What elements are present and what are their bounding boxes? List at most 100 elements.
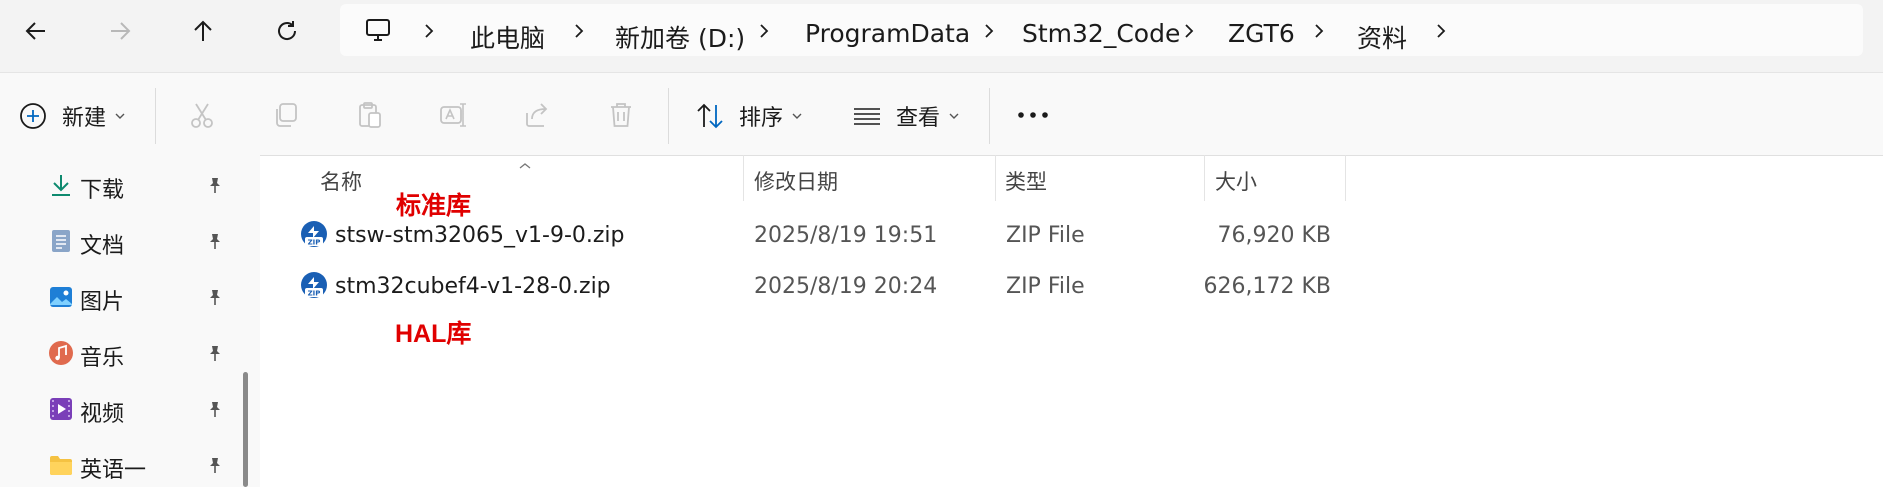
sidebar-item-label: 英语一 (80, 458, 147, 483)
toolbar-divider (155, 88, 156, 144)
music-icon (49, 341, 73, 365)
file-modified: 2025/8/19 19:51 (754, 223, 938, 248)
column-divider[interactable] (1345, 155, 1346, 201)
chevron-down-icon (949, 113, 959, 119)
refresh-button[interactable] (259, 8, 315, 54)
chevron-down-icon (115, 113, 125, 119)
column-header-modified[interactable]: 修改日期 (754, 166, 838, 196)
back-button[interactable] (8, 8, 64, 54)
sidebar-item-label: 文档 (80, 234, 125, 259)
sidebar-scrollbar[interactable] (243, 372, 248, 487)
breadcrumb-item[interactable]: ProgramData (805, 19, 970, 48)
computer-icon (364, 16, 392, 48)
sidebar-item-music[interactable]: 音乐 (0, 328, 240, 378)
download-icon (52, 175, 70, 196)
svg-text:ZIP: ZIP (308, 290, 321, 298)
sidebar-item-label: 图片 (80, 290, 125, 315)
chevron-right-icon[interactable] (420, 22, 438, 40)
breadcrumb-item[interactable]: 此电脑 (470, 19, 545, 55)
file-size: 76,920 KB (1217, 223, 1332, 248)
sort-button[interactable]: 排序 (695, 100, 803, 132)
file-type: ZIP File (1006, 223, 1085, 248)
chevron-down-icon (792, 113, 802, 119)
column-divider[interactable] (995, 155, 996, 201)
annotation-hal-library: HAL库 (395, 320, 472, 348)
sort-label: 排序 (739, 106, 784, 131)
chevron-right-icon[interactable] (980, 22, 998, 40)
pin-icon (210, 234, 220, 249)
sort-up-caret-icon (518, 155, 532, 174)
sidebar-item-folder[interactable]: 英语一 (0, 440, 240, 490)
file-name: stsw-stm32065_v1-9-0.zip (335, 223, 625, 248)
copy-icon (276, 103, 297, 127)
zip-archive-icon: ZIP (301, 221, 327, 247)
chevron-right-icon[interactable] (755, 22, 773, 40)
trash-icon (611, 103, 631, 127)
pin-icon (210, 458, 220, 473)
breadcrumb-item-current[interactable]: 资料 (1357, 19, 1407, 55)
view-label: 查看 (896, 106, 941, 131)
file-type: ZIP File (1006, 274, 1085, 299)
chevron-right-icon[interactable] (1180, 22, 1198, 40)
pin-icon (210, 402, 220, 417)
clipboard-icon (359, 102, 381, 128)
breadcrumb-item[interactable]: ZGT6 (1228, 19, 1295, 48)
file-modified: 2025/8/19 20:24 (754, 274, 938, 299)
column-divider[interactable] (1204, 155, 1205, 201)
column-divider[interactable] (743, 155, 744, 201)
folder-icon (50, 456, 72, 475)
sort-icon (697, 103, 723, 129)
svg-text:ZIP: ZIP (308, 239, 321, 247)
sidebar-item-documents[interactable]: 文档 (0, 216, 240, 266)
pin-icon (210, 346, 220, 361)
rename-button[interactable] (438, 100, 468, 130)
delete-button[interactable] (606, 100, 636, 130)
document-icon (52, 230, 70, 252)
sidebar-item-videos[interactable]: 视频 (0, 384, 240, 434)
view-button[interactable]: 查看 (852, 100, 960, 132)
share-icon (526, 103, 548, 127)
chevron-right-icon[interactable] (1310, 22, 1328, 40)
toolbar-divider (668, 88, 669, 144)
up-arrow-icon (194, 20, 212, 41)
rename-icon (440, 103, 466, 127)
more-dots-icon (1018, 112, 1048, 118)
column-header-name[interactable]: 名称 (320, 166, 362, 196)
new-button[interactable]: 新建 (18, 100, 126, 132)
file-name: stm32cubef4-v1-28-0.zip (335, 274, 611, 299)
column-header-type[interactable]: 类型 (1005, 166, 1047, 196)
breadcrumb-item[interactable]: Stm32_Code (1022, 19, 1180, 48)
view-lines-icon (854, 108, 880, 125)
file-row[interactable]: ZIP stm32cubef4-v1-28-0.zip 2025/8/19 20… (295, 263, 1345, 309)
navigation-bar: 此电脑 新加卷 (D:) ProgramData Stm32_Code ZGT6… (0, 0, 1883, 72)
zip-archive-icon: ZIP (301, 272, 327, 298)
pin-icon (210, 178, 220, 193)
breadcrumb-item[interactable]: 新加卷 (D:) (615, 19, 745, 55)
scissors-icon (191, 103, 213, 128)
sidebar-item-label: 视频 (80, 402, 125, 427)
refresh-icon (278, 21, 297, 40)
cut-button[interactable] (187, 100, 217, 130)
share-button[interactable] (522, 100, 552, 130)
up-button[interactable] (175, 8, 231, 54)
toolbar-divider (989, 88, 990, 144)
sidebar-item-label: 音乐 (80, 346, 125, 371)
file-row[interactable]: ZIP stsw-stm32065_v1-9-0.zip 2025/8/19 1… (295, 212, 1345, 258)
video-icon (50, 398, 72, 420)
back-arrow-icon (25, 22, 45, 40)
paste-button[interactable] (355, 100, 385, 130)
forward-arrow-icon (111, 22, 131, 40)
chevron-right-icon[interactable] (1432, 22, 1450, 40)
sidebar-item-pictures[interactable]: 图片 (0, 272, 240, 322)
more-options-button[interactable] (1016, 100, 1050, 130)
chevron-right-icon[interactable] (570, 22, 588, 40)
sidebar-item-downloads[interactable]: 下载 (0, 160, 240, 210)
new-label: 新建 (62, 106, 107, 131)
copy-button[interactable] (271, 100, 301, 130)
column-header-size[interactable]: 大小 (1215, 166, 1257, 196)
file-size: 626,172 KB (1203, 274, 1332, 299)
forward-button[interactable] (92, 8, 148, 54)
pictures-icon (50, 287, 72, 307)
address-bar[interactable]: 此电脑 新加卷 (D:) ProgramData Stm32_Code ZGT6… (340, 4, 1863, 56)
pin-icon (210, 290, 220, 305)
